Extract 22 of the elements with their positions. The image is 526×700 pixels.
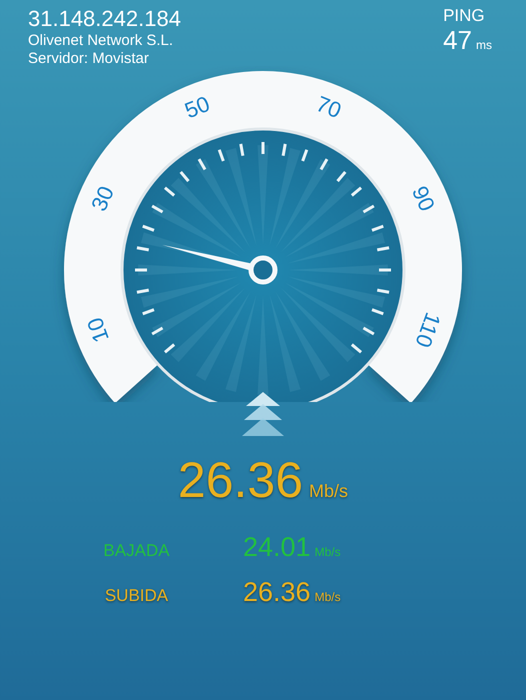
speed-unit: Mb/s (309, 481, 348, 502)
ip-address: 31.148.242.184 (28, 6, 181, 32)
scale-label: 70 (312, 90, 345, 124)
ping-value: 47 (443, 26, 472, 54)
result-unit: Mb/s (314, 545, 341, 559)
scale-label: 30 (86, 182, 119, 215)
result-value: 24.01 (243, 532, 311, 563)
scale-label: 90 (407, 182, 440, 215)
result-unit: Mb/s (314, 590, 341, 604)
scale-label: 10 (82, 314, 114, 346)
needle-hub (248, 256, 278, 284)
ping-label: PING (443, 6, 485, 26)
up-chevrons-icon (242, 392, 284, 436)
result-label: BAJADA (102, 541, 171, 561)
result-label: SUBIDA (104, 586, 170, 606)
result-value: 26.36 (243, 577, 311, 608)
server-name: Servidor: Movistar (28, 50, 150, 68)
scale-label: 50 (181, 90, 214, 124)
speed-value: 26.36 (178, 452, 304, 508)
isp-name: Olivenet Network S.L. (28, 32, 174, 50)
ping-unit: ms (476, 38, 492, 52)
scale-label: 110 (410, 309, 446, 351)
